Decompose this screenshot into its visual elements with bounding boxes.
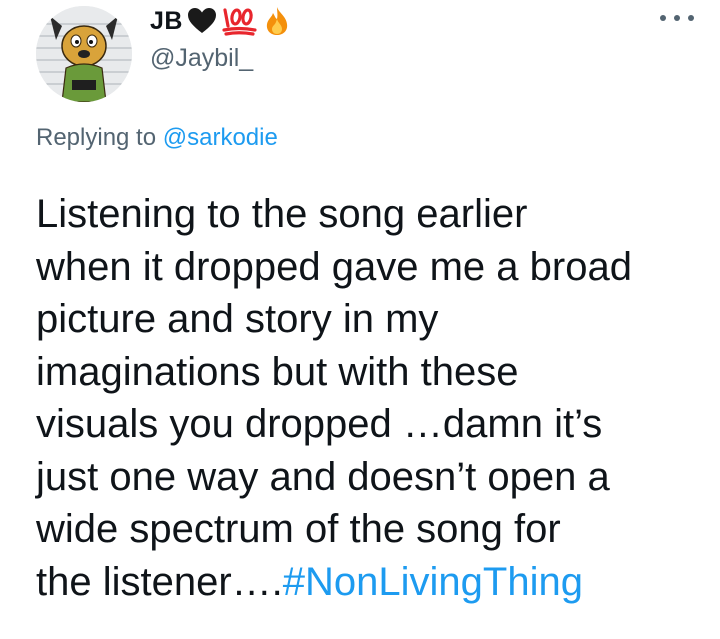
tweet-text: Listening to the song earlier when it dr… [36, 188, 706, 608]
tweet[interactable]: JB @Jaybil_ Replying to @sarkodie Listen… [0, 0, 720, 639]
more-options-icon [660, 15, 666, 21]
author-name-row: JB [150, 4, 291, 38]
tweet-text-line: when it dropped gave me a broad [36, 244, 632, 289]
more-options-icon-dot [688, 15, 694, 21]
hashtag-link[interactable]: #NonLivingThing [283, 560, 583, 604]
black-heart-icon [187, 6, 217, 36]
author-display-name[interactable]: JB [150, 7, 183, 36]
hundred-points-icon [221, 6, 259, 36]
reply-context: Replying to @sarkodie [36, 124, 278, 152]
tweet-text-line: wide spectrum of the song for [36, 507, 561, 551]
tweet-text-line: picture and story in my [36, 297, 439, 341]
tweet-text-line: Listening to the song earlier [36, 192, 528, 236]
reply-mention-link[interactable]: @sarkodie [163, 124, 278, 151]
avatar[interactable] [36, 6, 132, 102]
tweet-text-last-line: the listener….#NonLivingThing [36, 556, 706, 609]
reply-prefix: Replying to [36, 124, 157, 151]
tweet-text-line: just one way and doesn’t open a [36, 454, 610, 499]
tweet-text-line: imaginations but with these [36, 349, 519, 394]
fire-icon [263, 6, 291, 36]
tweet-text-line: the listener…. [36, 559, 283, 604]
avatar-image [36, 6, 132, 102]
more-options-icon-dot [674, 15, 680, 21]
more-options-button[interactable] [660, 8, 694, 28]
author-handle[interactable]: @Jaybil_ [150, 44, 253, 73]
tweet-text-line: visuals you dropped …damn it’s [36, 402, 603, 446]
